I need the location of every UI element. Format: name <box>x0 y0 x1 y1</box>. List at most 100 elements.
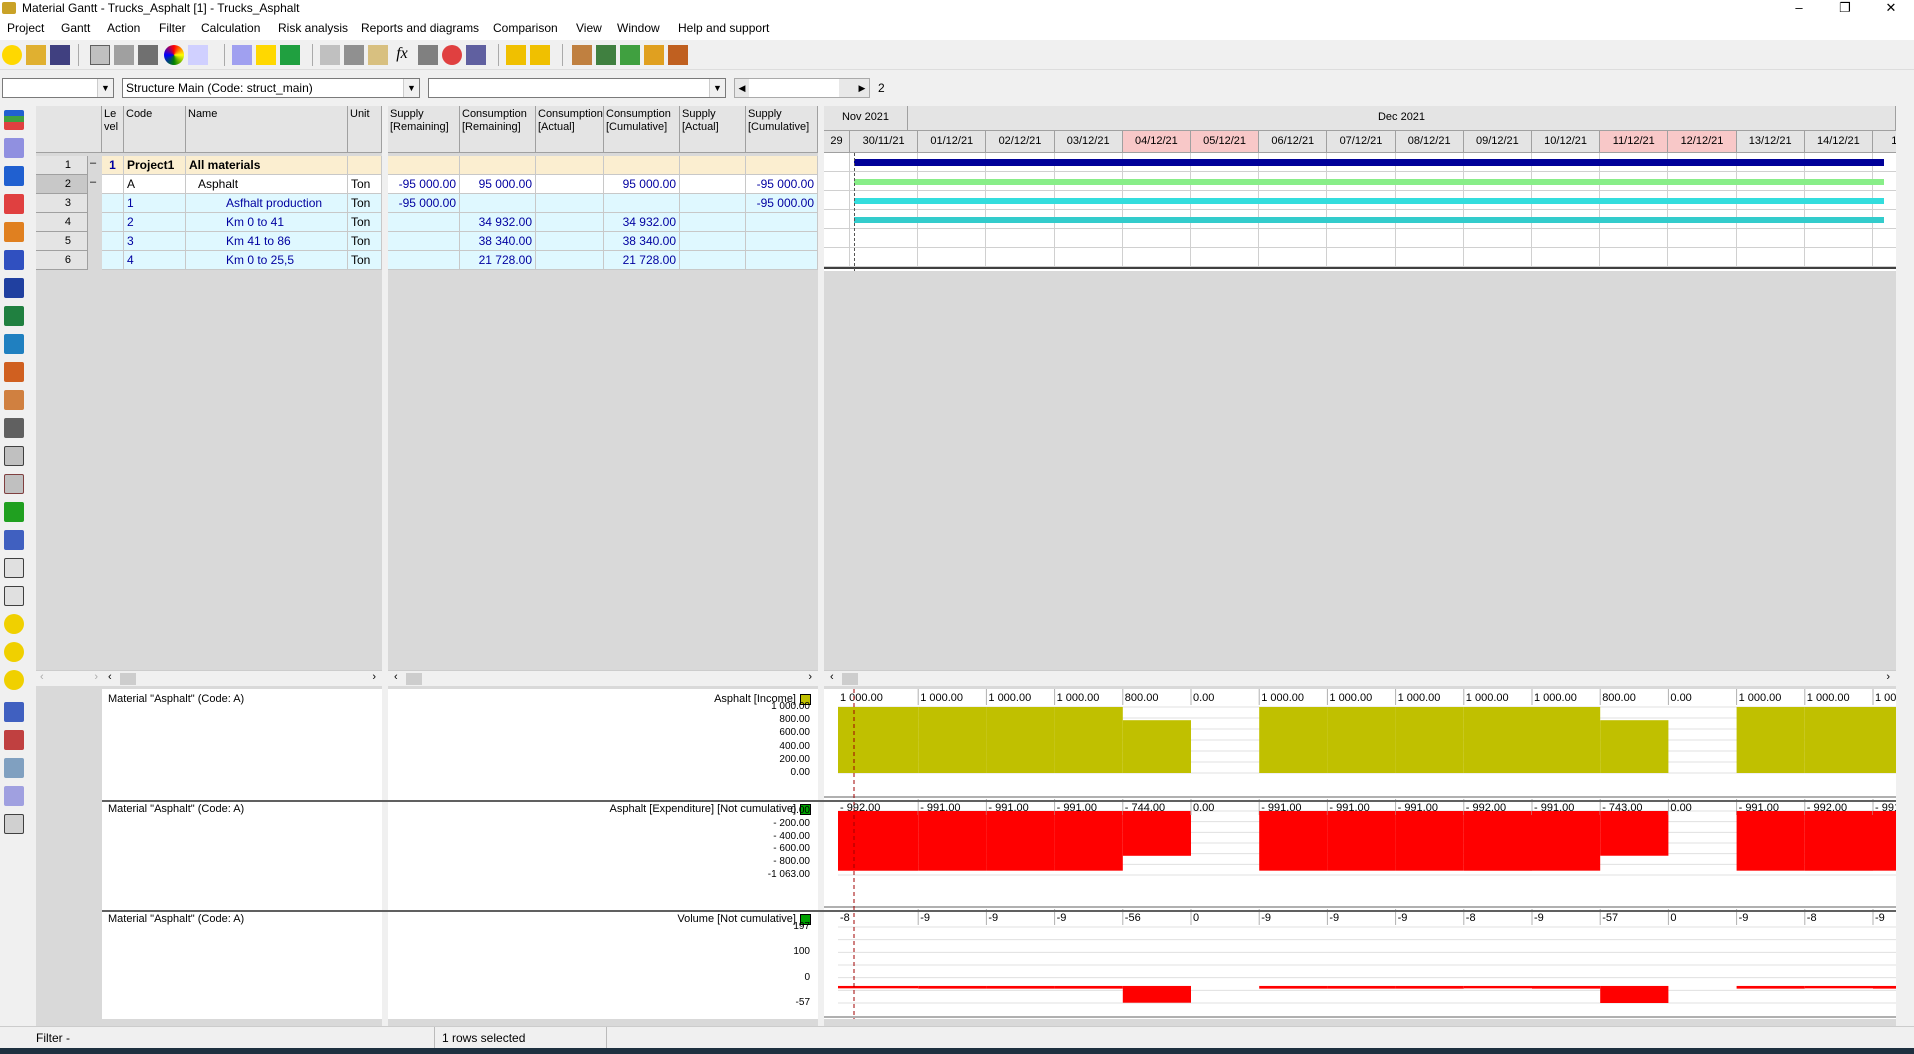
table-view-icon[interactable] <box>4 138 24 158</box>
cell-code[interactable]: 4 <box>124 251 186 270</box>
value-cell[interactable] <box>536 194 604 213</box>
page-scrollbar[interactable]: ◀ ▶ <box>734 78 870 98</box>
header-consumption-actual[interactable]: Consumption [Actual] <box>536 106 604 153</box>
row-number[interactable]: 4 <box>36 213 88 232</box>
chart-icon[interactable] <box>620 45 640 65</box>
scroll-track[interactable] <box>749 79 839 97</box>
header-name[interactable]: Name <box>186 106 348 153</box>
value-cell[interactable]: 34 932.00 <box>604 213 680 232</box>
graph-icon[interactable] <box>4 786 24 806</box>
scroll-left-icon[interactable]: ‹ <box>394 671 398 683</box>
bricks-view-icon[interactable] <box>4 362 24 382</box>
left-arrow-icon[interactable]: ◀ <box>735 79 749 97</box>
header-unit[interactable]: Unit <box>348 106 382 153</box>
menu-comparison[interactable]: Comparison <box>493 21 558 35</box>
scroll-left-icon[interactable]: ‹ <box>830 671 834 683</box>
value-cell[interactable] <box>604 156 680 175</box>
menu-view[interactable]: View <box>576 21 602 35</box>
material-view-icon[interactable] <box>4 194 24 214</box>
header-supply-cumulative[interactable]: Supply [Cumulative] <box>746 106 818 153</box>
stop-filter-icon[interactable] <box>442 45 462 65</box>
value-cell[interactable]: 95 000.00 <box>460 175 536 194</box>
team-view-icon[interactable] <box>4 250 24 270</box>
view-combo[interactable]: ▼ <box>2 78 114 98</box>
tools-view-icon[interactable] <box>4 390 24 410</box>
cell-name[interactable]: Asphalt <box>186 175 348 194</box>
structure-combo[interactable]: Structure Main (Code: struct_main) ▼ <box>122 78 420 98</box>
color-icon[interactable] <box>164 45 184 65</box>
help-icon[interactable] <box>2 45 22 65</box>
secondary-combo[interactable]: ▼ <box>428 78 726 98</box>
value-cell[interactable] <box>388 251 460 270</box>
cell-level[interactable] <box>102 213 124 232</box>
undo-icon[interactable] <box>232 45 252 65</box>
value-cell[interactable] <box>680 175 746 194</box>
cost-view-icon[interactable] <box>4 222 24 242</box>
network-icon[interactable] <box>4 702 24 722</box>
menu-project[interactable]: Project <box>7 21 44 35</box>
filter-icon[interactable] <box>418 45 438 65</box>
scroll-right-icon[interactable]: › <box>372 671 376 683</box>
minimize-button[interactable]: – <box>1776 0 1822 18</box>
value-cell[interactable] <box>536 175 604 194</box>
value-cell[interactable]: 38 340.00 <box>460 232 536 251</box>
value-cell[interactable] <box>460 194 536 213</box>
gantt-icon[interactable] <box>572 45 592 65</box>
scroll-left-icon[interactable]: ‹ <box>108 671 112 683</box>
row-number[interactable]: 5 <box>36 232 88 251</box>
font-icon[interactable] <box>188 45 208 65</box>
value-cell[interactable] <box>680 232 746 251</box>
value-cell[interactable] <box>746 232 818 251</box>
table-hscrollbar[interactable]: ‹ › <box>102 670 382 686</box>
resources-view-icon[interactable] <box>4 166 24 186</box>
resources-icon[interactable] <box>596 45 616 65</box>
header-supply-remaining[interactable]: Supply [Remaining] <box>388 106 460 153</box>
tree-toggle-icon[interactable]: – <box>90 157 96 169</box>
tree-icon[interactable] <box>4 502 24 522</box>
value-cell[interactable]: -95 000.00 <box>388 175 460 194</box>
cell-code[interactable]: Project1 <box>124 156 186 175</box>
value-cell[interactable] <box>680 213 746 232</box>
check-icon[interactable] <box>4 586 24 606</box>
row-number[interactable]: 6 <box>36 251 88 270</box>
money-view-icon[interactable] <box>4 418 24 438</box>
header-supply-actual[interactable]: Supply [Actual] <box>680 106 746 153</box>
run-icon[interactable] <box>506 45 526 65</box>
value-cell[interactable]: -95 000.00 <box>746 194 818 213</box>
cost-icon[interactable] <box>644 45 664 65</box>
save-icon[interactable] <box>50 45 70 65</box>
menu-action[interactable]: Action <box>107 21 140 35</box>
value-cell[interactable] <box>680 251 746 270</box>
columns-icon[interactable] <box>90 45 110 65</box>
links-icon[interactable] <box>4 530 24 550</box>
users-icon[interactable] <box>4 642 24 662</box>
chevron-down-icon[interactable]: ▼ <box>709 79 725 97</box>
cell-name[interactable]: Km 41 to 86 <box>186 232 348 251</box>
cell-code[interactable]: A <box>124 175 186 194</box>
scroll-right-icon[interactable]: › <box>808 671 812 683</box>
menu-calculation[interactable]: Calculation <box>201 21 260 35</box>
value-cell[interactable] <box>460 156 536 175</box>
right-arrow-icon[interactable]: ▶ <box>855 79 869 97</box>
chevron-down-icon[interactable]: ▼ <box>97 79 113 97</box>
cell-code[interactable]: 3 <box>124 232 186 251</box>
building-icon[interactable] <box>4 758 24 778</box>
menu-help[interactable]: Help and support <box>678 21 769 35</box>
value-cell[interactable] <box>746 156 818 175</box>
value-cell[interactable] <box>536 213 604 232</box>
key-icon[interactable] <box>4 730 24 750</box>
print-icon[interactable] <box>114 45 134 65</box>
excel-icon[interactable] <box>280 45 300 65</box>
close-button[interactable]: ✕ <box>1868 0 1914 18</box>
cell-unit[interactable]: Ton <box>348 213 382 232</box>
info-icon[interactable] <box>4 614 24 634</box>
value-cell[interactable] <box>388 232 460 251</box>
cell-unit[interactable]: Ton <box>348 194 382 213</box>
calendar-alt-icon[interactable] <box>4 474 24 494</box>
value-cell[interactable] <box>680 194 746 213</box>
row-scrollbar[interactable]: ‹ › <box>36 670 102 686</box>
value-cell[interactable]: 21 728.00 <box>460 251 536 270</box>
cell-level[interactable]: 1 <box>102 156 124 175</box>
gantt-view-icon[interactable] <box>4 110 24 130</box>
value-cell[interactable] <box>536 251 604 270</box>
